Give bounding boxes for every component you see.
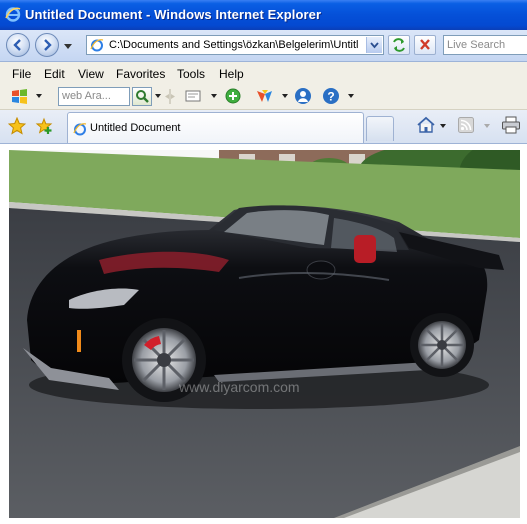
stop-icon: [420, 39, 430, 50]
title-bar: Untitled Document - Windows Internet Exp…: [0, 0, 527, 30]
web-search-input[interactable]: web Ara...: [58, 87, 130, 106]
ie-page-icon: [73, 123, 87, 136]
stop-button[interactable]: [414, 35, 436, 55]
add-favorite-icon[interactable]: [35, 117, 53, 135]
rss-feed-icon[interactable]: [458, 117, 474, 133]
menu-edit[interactable]: Edit: [44, 67, 65, 81]
chevron-down-icon: [370, 42, 379, 49]
tab-untitled-document[interactable]: Untitled Document: [67, 112, 364, 143]
menu-help[interactable]: Help: [219, 67, 244, 81]
back-arrow-icon: [13, 39, 21, 51]
tab-row: Untitled Document: [0, 110, 527, 144]
windows-flag-icon[interactable]: [11, 88, 28, 105]
car-photo: www.diyarcom.com: [9, 150, 520, 518]
history-dropdown-icon[interactable]: [64, 42, 72, 50]
web-search-placeholder: web Ara...: [62, 90, 111, 102]
menu-file[interactable]: File: [12, 67, 31, 81]
web-search-go-button[interactable]: [132, 87, 152, 106]
new-tab-button[interactable]: [366, 116, 394, 141]
menu-tools[interactable]: Tools: [177, 67, 205, 81]
chevron-down-icon[interactable]: [440, 124, 446, 128]
back-button[interactable]: [6, 33, 30, 57]
highlight-button-icon[interactable]: [185, 89, 201, 103]
chevron-down-icon[interactable]: [282, 94, 288, 98]
tab-label: Untitled Document: [90, 122, 181, 134]
chevron-down-icon[interactable]: [36, 94, 42, 98]
search-toolbar: web Ara... ?: [0, 84, 527, 110]
chevron-down-icon[interactable]: [211, 94, 217, 98]
ie-logo-icon: [5, 7, 21, 22]
chevron-down-icon[interactable]: [484, 124, 490, 128]
toolbar-grip-icon: [165, 89, 175, 104]
help-icon[interactable]: ?: [322, 87, 340, 105]
page-viewport: www.diyarcom.com: [0, 144, 527, 524]
menu-view[interactable]: View: [78, 67, 104, 81]
menu-favorites[interactable]: Favorites: [116, 67, 165, 81]
forward-button[interactable]: [35, 33, 59, 57]
address-bar-row: C:\Documents and Settings\özkan\Belgeler…: [0, 30, 527, 62]
address-field[interactable]: C:\Documents and Settings\özkan\Belgeler…: [86, 35, 384, 55]
add-green-icon[interactable]: [225, 88, 241, 104]
svg-text:?: ?: [327, 90, 334, 104]
live-search-input[interactable]: Live Search: [443, 35, 527, 55]
live-search-placeholder: Live Search: [447, 39, 506, 51]
car-photo-illustration: www.diyarcom.com: [9, 150, 520, 518]
refresh-icon: [393, 38, 405, 52]
star-icon[interactable]: [8, 117, 26, 135]
ie-page-icon: [90, 39, 104, 52]
people-icon[interactable]: [294, 87, 312, 105]
home-icon[interactable]: [416, 116, 436, 134]
address-dropdown-button[interactable]: [366, 37, 382, 53]
messenger-icon[interactable]: [256, 88, 273, 104]
address-url: C:\Documents and Settings\özkan\Belgeler…: [109, 39, 359, 51]
window-title: Untitled Document - Windows Internet Exp…: [25, 7, 322, 22]
menu-bar: File Edit View Favorites Tools Help: [0, 62, 527, 85]
chevron-down-icon[interactable]: [348, 94, 354, 98]
image-watermark: www.diyarcom.com: [178, 379, 300, 395]
chevron-down-icon[interactable]: [155, 94, 161, 98]
forward-arrow-icon: [44, 39, 52, 51]
magnifier-icon: [136, 90, 149, 103]
refresh-button[interactable]: [388, 35, 410, 55]
printer-icon[interactable]: [501, 116, 521, 134]
